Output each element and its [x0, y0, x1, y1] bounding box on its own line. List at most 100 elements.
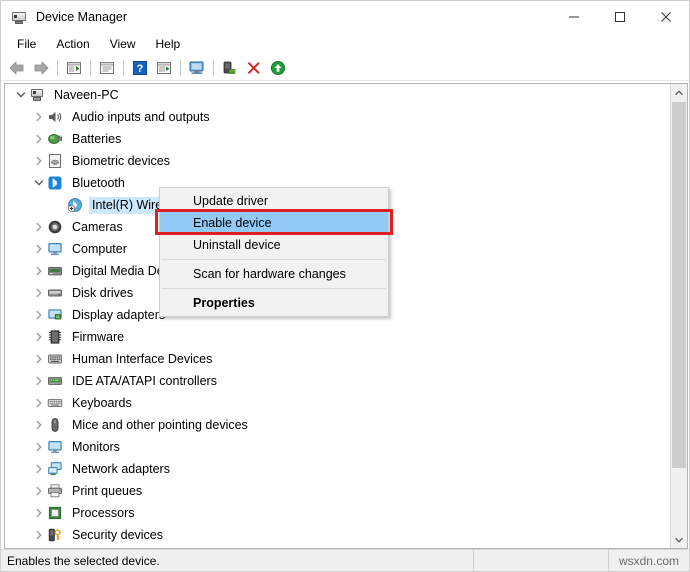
chevron-right-icon[interactable]: [31, 461, 47, 477]
tree-label: Human Interface Devices: [72, 351, 213, 366]
menu-action[interactable]: Action: [46, 35, 99, 53]
enable-device-icon[interactable]: [218, 57, 242, 79]
bluetooth-icon: [47, 175, 63, 191]
tree-label: Keyboards: [72, 395, 132, 410]
tree-label: Bluetooth: [72, 175, 125, 190]
maximize-icon[interactable]: [597, 1, 643, 33]
tree-row-batteries[interactable]: Batteries: [5, 128, 671, 150]
properties-icon[interactable]: [95, 57, 119, 79]
hid-icon: [47, 351, 63, 367]
monitor-icon: [47, 439, 63, 455]
chevron-right-icon[interactable]: [31, 483, 47, 499]
tree-label: Audio inputs and outputs: [72, 109, 210, 124]
tree-row-monitors[interactable]: Monitors: [5, 436, 671, 458]
tree-label: Monitors: [72, 439, 120, 454]
minimize-icon[interactable]: [551, 1, 597, 33]
chevron-right-icon[interactable]: [31, 219, 47, 235]
tree-label: Cameras: [72, 219, 123, 234]
tree-label: Computer: [72, 241, 127, 256]
tree-row-ide-ata-atapi-controllers[interactable]: IDE ATA/ATAPI controllers: [5, 370, 671, 392]
chevron-right-icon[interactable]: [31, 263, 47, 279]
device-manager-window: Device Manager File Action View Help ? N…: [0, 0, 690, 572]
forward-icon[interactable]: [29, 57, 53, 79]
context-menu-item-properties[interactable]: Properties: [160, 292, 388, 314]
show-hide-console-tree-icon[interactable]: [62, 57, 86, 79]
tree-row-network-adapters[interactable]: Network adapters: [5, 458, 671, 480]
chevron-right-icon[interactable]: [31, 373, 47, 389]
mouse-icon: [47, 417, 63, 433]
scroll-down-arrow-icon[interactable]: [671, 531, 687, 548]
tree-row-biometric-devices[interactable]: Biometric devices: [5, 150, 671, 172]
chevron-down-icon[interactable]: [13, 87, 29, 103]
help-icon[interactable]: ?: [128, 57, 152, 79]
tree-row-audio-inputs-and-outputs[interactable]: Audio inputs and outputs: [5, 106, 671, 128]
chevron-right-icon[interactable]: [31, 527, 47, 543]
tree-row-mice-and-other-pointing-devices[interactable]: Mice and other pointing devices: [5, 414, 671, 436]
window-title: Device Manager: [36, 10, 128, 24]
chevron-down-icon[interactable]: [31, 175, 47, 191]
device-context-menu[interactable]: Update driver Enable device Uninstall de…: [159, 187, 389, 317]
chevron-right-icon[interactable]: [31, 351, 47, 367]
status-message: Enables the selected device.: [1, 550, 474, 571]
tree-label: Processors: [72, 505, 135, 520]
toolbar-separator: [57, 59, 58, 76]
chevron-right-icon[interactable]: [31, 395, 47, 411]
toolbar-separator: [123, 59, 124, 76]
tree-row-print-queues[interactable]: Print queues: [5, 480, 671, 502]
tree-row-root[interactable]: Naveen-PC: [5, 84, 671, 106]
toolbar-separator: [90, 59, 91, 76]
tree-row-security-devices[interactable]: Security devices: [5, 524, 671, 546]
tree-scrollbar[interactable]: [670, 84, 687, 548]
context-menu-item-uninstall-device[interactable]: Uninstall device: [160, 234, 388, 256]
chevron-right-icon[interactable]: [31, 241, 47, 257]
display-adapter-icon: [47, 307, 63, 323]
context-menu-item-enable-device[interactable]: Enable device: [160, 212, 388, 234]
monitor-icon: [47, 241, 63, 257]
scan-hardware-changes-icon[interactable]: [185, 57, 209, 79]
close-icon[interactable]: [643, 1, 689, 33]
scrollbar-thumb[interactable]: [672, 102, 686, 468]
keyboard-icon: [47, 395, 63, 411]
tree-label: Firmware: [72, 329, 125, 344]
back-icon[interactable]: [5, 57, 29, 79]
chevron-right-icon[interactable]: [31, 329, 47, 345]
chevron-right-icon[interactable]: [31, 131, 47, 147]
menu-file[interactable]: File: [7, 35, 46, 53]
processor-icon: [47, 505, 63, 521]
tree-label: Biometric devices: [72, 153, 170, 168]
update-driver-icon[interactable]: [152, 57, 176, 79]
tree-label: Security devices: [72, 527, 164, 542]
svg-text:?: ?: [137, 63, 144, 75]
tree-row-keyboards[interactable]: Keyboards: [5, 392, 671, 414]
menu-bar: File Action View Help: [1, 33, 689, 55]
chevron-right-icon[interactable]: [31, 439, 47, 455]
window-controls: [551, 1, 689, 33]
tree-row-sensors[interactable]: Sensors: [5, 546, 671, 548]
tree-label: IDE ATA/ATAPI controllers: [72, 373, 217, 388]
toolbar-separator: [180, 59, 181, 76]
uninstall-device-icon[interactable]: [242, 57, 266, 79]
battery-icon: [47, 131, 63, 147]
chevron-right-icon[interactable]: [31, 505, 47, 521]
chevron-right-icon[interactable]: [31, 285, 47, 301]
menu-help[interactable]: Help: [146, 35, 191, 53]
title-bar: Device Manager: [1, 1, 689, 33]
disk-drive-icon: [47, 285, 63, 301]
tree-row-firmware[interactable]: Firmware: [5, 326, 671, 348]
context-menu-item-update-driver[interactable]: Update driver: [160, 190, 388, 212]
update-driver-arrow-icon[interactable]: [266, 57, 290, 79]
menu-view[interactable]: View: [100, 35, 146, 53]
device-manager-icon: [11, 9, 27, 25]
chevron-right-icon[interactable]: [31, 153, 47, 169]
chevron-right-icon[interactable]: [31, 109, 47, 125]
tree-row-human-interface-devices[interactable]: Human Interface Devices: [5, 348, 671, 370]
chevron-right-icon[interactable]: [31, 307, 47, 323]
tree-label: Naveen-PC: [54, 87, 119, 102]
tree-row-processors[interactable]: Processors: [5, 502, 671, 524]
chevron-right-icon[interactable]: [31, 417, 47, 433]
scroll-up-arrow-icon[interactable]: [671, 84, 687, 101]
watermark: wsxdn.com: [618, 554, 679, 568]
context-menu-item-scan-for-hardware-changes[interactable]: Scan for hardware changes: [160, 263, 388, 285]
media-device-icon: [47, 263, 63, 279]
network-adapter-icon: [47, 461, 63, 477]
